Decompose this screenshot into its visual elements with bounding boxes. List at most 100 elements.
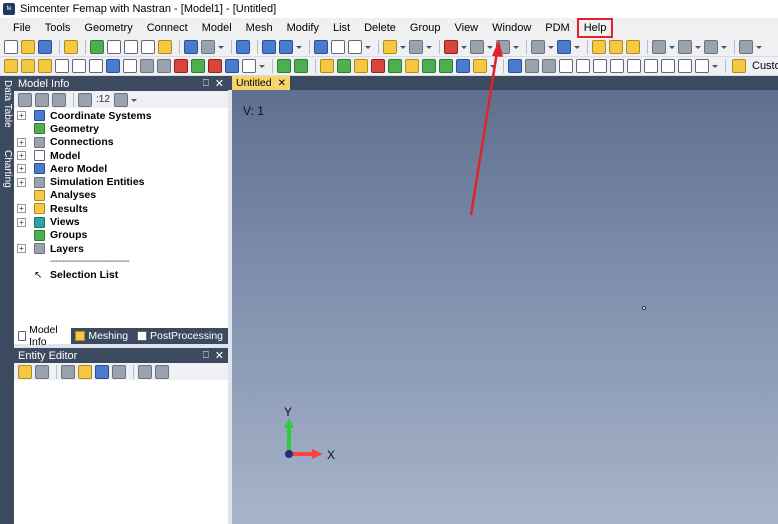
text-icon[interactable]: [371, 59, 385, 73]
output-icon[interactable]: [208, 59, 222, 73]
view-select-icon[interactable]: [262, 40, 276, 54]
export-icon[interactable]: [138, 364, 152, 379]
menu-connect[interactable]: Connect: [140, 18, 195, 38]
chevron-down-icon[interactable]: [513, 40, 519, 54]
view-grid-4-icon[interactable]: [610, 59, 624, 73]
side-tab-data-table[interactable]: Data Table: [1, 80, 13, 144]
comment-icon[interactable]: [704, 40, 718, 54]
chevron-down-icon[interactable]: [712, 59, 718, 73]
side-tab-charting[interactable]: Charting: [1, 150, 13, 206]
chevron-down-icon[interactable]: [756, 40, 762, 54]
expand-icon[interactable]: +: [17, 217, 26, 227]
chevron-down-icon[interactable]: [365, 40, 371, 54]
load-icon[interactable]: [405, 59, 419, 73]
menu-group[interactable]: Group: [403, 18, 448, 38]
tree-item-geometry[interactable]: Geometry: [14, 122, 228, 135]
group-icon[interactable]: [174, 59, 188, 73]
expand-icon[interactable]: +: [17, 151, 26, 161]
flag-icon[interactable]: [525, 59, 539, 73]
material-icon[interactable]: [388, 59, 402, 73]
expand-icon[interactable]: +: [17, 137, 26, 147]
menu-mesh[interactable]: Mesh: [239, 18, 280, 38]
constraint-icon[interactable]: [422, 59, 436, 73]
view-grid-icon[interactable]: [559, 59, 573, 73]
chevron-down-icon[interactable]: [461, 40, 467, 54]
close-icon[interactable]: ✕: [215, 349, 224, 362]
node-icon[interactable]: [320, 59, 334, 73]
tab-meshing[interactable]: Meshing: [71, 328, 133, 344]
expand-icon[interactable]: +: [17, 204, 26, 214]
table-icon[interactable]: [72, 59, 86, 73]
tree-item-aero-model[interactable]: + Aero Model: [14, 162, 228, 175]
sort-icon[interactable]: [95, 364, 109, 379]
categorized-icon[interactable]: [78, 364, 92, 379]
menu-list[interactable]: List: [326, 18, 357, 38]
chevron-down-icon[interactable]: [487, 40, 493, 54]
pencil-icon[interactable]: [609, 40, 623, 54]
menu-window[interactable]: Window: [485, 18, 538, 38]
data-icon[interactable]: [38, 59, 52, 73]
mesh-icon[interactable]: [191, 59, 205, 73]
element-icon[interactable]: [337, 59, 351, 73]
chevron-down-icon[interactable]: [669, 40, 675, 54]
curve-icon[interactable]: [294, 59, 308, 73]
menu-tools[interactable]: Tools: [38, 18, 78, 38]
expand-icon[interactable]: +: [17, 111, 26, 121]
expand-icon[interactable]: +: [17, 164, 26, 174]
view-cube-icon[interactable]: [348, 40, 362, 54]
entity-icon[interactable]: [21, 59, 35, 73]
tree-item-results[interactable]: + Results: [14, 202, 228, 215]
tree-item-layers[interactable]: + Layers: [14, 242, 228, 255]
flag-alt-icon[interactable]: [542, 59, 556, 73]
settings-icon[interactable]: [531, 40, 545, 54]
chevron-down-icon[interactable]: [426, 40, 432, 54]
connector-icon[interactable]: [456, 59, 470, 73]
tree-options-icon[interactable]: [18, 92, 32, 107]
tree-level-icon[interactable]: [78, 92, 92, 107]
view-copy-icon[interactable]: [627, 59, 641, 73]
entity-info-icon[interactable]: [225, 59, 239, 73]
menu-help[interactable]: Help: [576, 18, 614, 38]
chevron-down-icon[interactable]: [574, 40, 580, 54]
view-grid-3-icon[interactable]: [593, 59, 607, 73]
save-file-icon[interactable]: [38, 40, 52, 54]
paste-icon[interactable]: [141, 40, 155, 54]
chevron-down-icon[interactable]: [695, 40, 701, 54]
pin-icon[interactable]: ⎕: [203, 350, 209, 361]
highlight-icon[interactable]: [592, 40, 606, 54]
copy-icon[interactable]: [61, 364, 75, 379]
menu-geometry[interactable]: Geometry: [77, 18, 139, 38]
undo-icon[interactable]: [184, 40, 198, 54]
link-icon[interactable]: [64, 40, 78, 54]
tree-refresh-icon[interactable]: [52, 92, 66, 107]
clipboard-icon[interactable]: [652, 40, 666, 54]
select-icon[interactable]: [470, 40, 484, 54]
tree-item-groups[interactable]: Groups: [14, 229, 228, 242]
tree-item-coordinate-systems[interactable]: + Coordinate Systems: [14, 109, 228, 122]
chevron-down-icon[interactable]: [721, 40, 727, 54]
view-rotate-icon[interactable]: [279, 40, 293, 54]
menu-model[interactable]: Model: [195, 18, 239, 38]
analysis-run-icon[interactable]: [444, 40, 458, 54]
point-icon[interactable]: [277, 59, 291, 73]
custom-tools-button[interactable]: Custom: [732, 59, 778, 73]
expand-icon[interactable]: +: [17, 244, 26, 254]
new-file-icon[interactable]: [4, 40, 18, 54]
chart-icon[interactable]: [55, 59, 69, 73]
list-icon[interactable]: [89, 59, 103, 73]
chevron-down-icon[interactable]: [490, 59, 496, 73]
menu-delete[interactable]: Delete: [357, 18, 403, 38]
tree-filter-icon[interactable]: [35, 92, 49, 107]
chevron-down-icon[interactable]: [548, 40, 554, 54]
menu-view[interactable]: View: [447, 18, 485, 38]
tree-item-connections[interactable]: + Connections: [14, 136, 228, 149]
clipboard-icon[interactable]: [35, 364, 49, 379]
copy-special-icon[interactable]: [124, 40, 138, 54]
list-options-icon[interactable]: [112, 364, 126, 379]
lock-icon[interactable]: [18, 364, 32, 379]
stop-icon[interactable]: [739, 40, 753, 54]
delete-icon[interactable]: [157, 59, 171, 73]
chevron-down-icon[interactable]: [400, 40, 406, 54]
view-grid-2-icon[interactable]: [576, 59, 590, 73]
import-icon[interactable]: [155, 364, 169, 379]
